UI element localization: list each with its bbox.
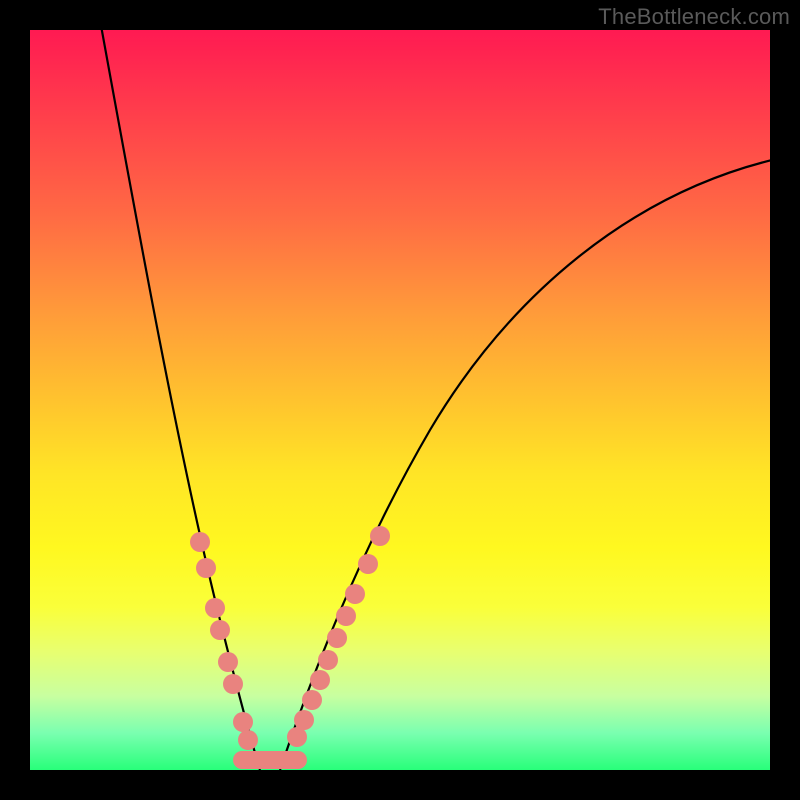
data-dot	[190, 532, 210, 552]
chart-frame: TheBottleneck.com	[0, 0, 800, 800]
data-dot	[336, 606, 356, 626]
data-dot	[238, 730, 258, 750]
data-dot	[327, 628, 347, 648]
dots-right-group	[287, 526, 390, 747]
right-curve	[280, 160, 770, 770]
data-dot	[223, 674, 243, 694]
watermark-text: TheBottleneck.com	[598, 4, 790, 30]
data-dot	[205, 598, 225, 618]
data-dot	[310, 670, 330, 690]
data-dot	[294, 710, 314, 730]
data-dot	[233, 712, 253, 732]
data-dot	[370, 526, 390, 546]
dots-left-group	[190, 532, 258, 750]
data-dot	[345, 584, 365, 604]
data-dot	[196, 558, 216, 578]
data-dot	[318, 650, 338, 670]
data-dot	[302, 690, 322, 710]
plot-area	[30, 30, 770, 770]
chart-svg	[30, 30, 770, 770]
data-dot	[358, 554, 378, 574]
data-dot	[210, 620, 230, 640]
data-dot	[218, 652, 238, 672]
